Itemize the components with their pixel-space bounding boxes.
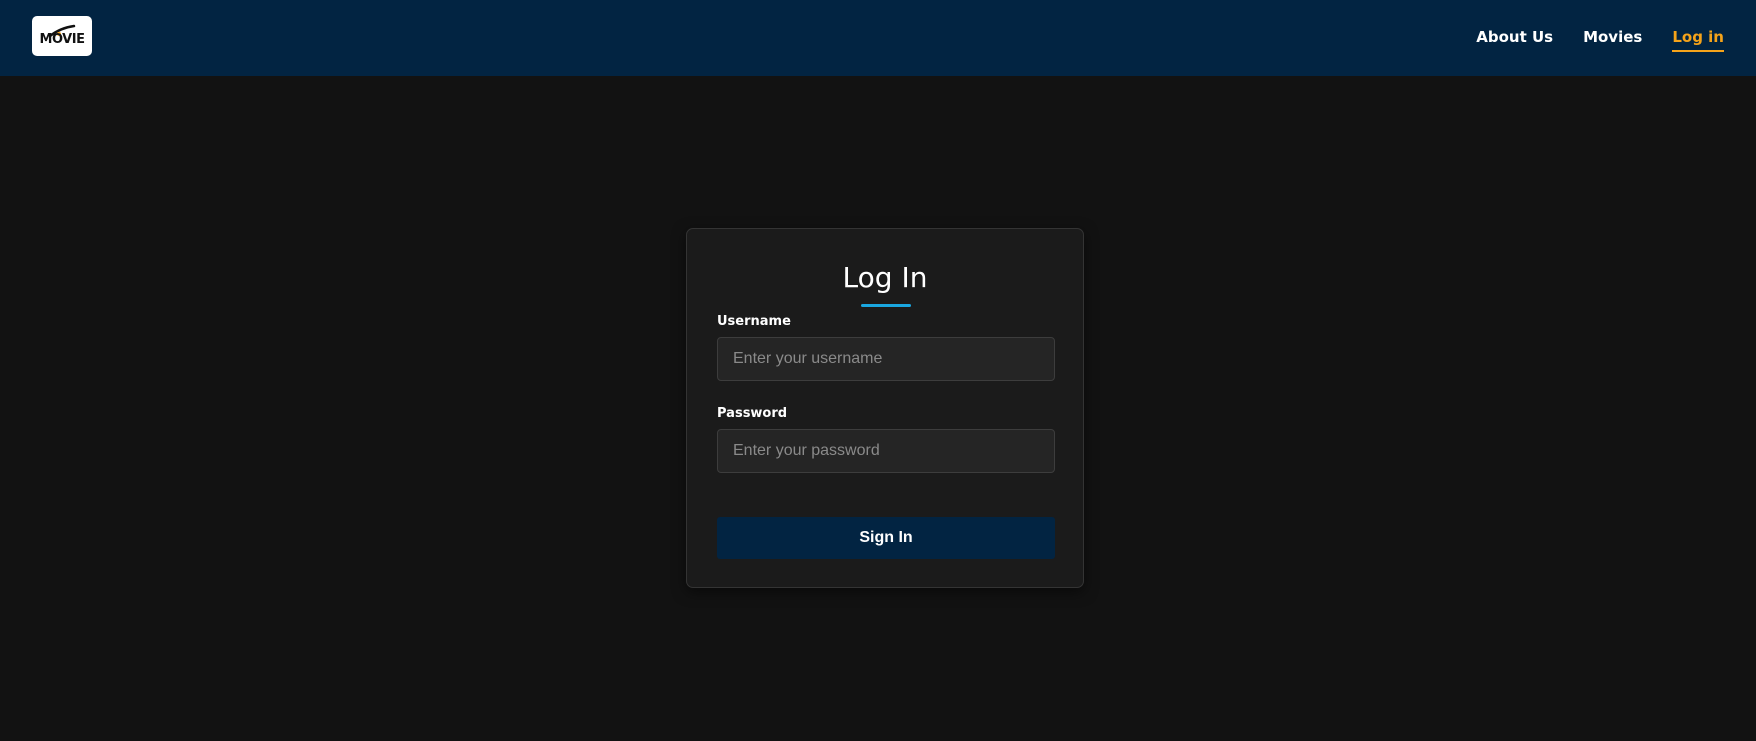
top-navbar: MOVIE About Us Movies Log in [0, 0, 1756, 76]
movie-logo-icon[interactable]: MOVIE [32, 16, 92, 56]
sign-in-button[interactable]: Sign In [717, 517, 1055, 559]
username-label: Username [717, 314, 791, 329]
nav-link-log-in[interactable]: Log in [1672, 28, 1724, 52]
login-card: Log In Username Password Sign In [686, 228, 1084, 588]
title-underline [861, 304, 911, 307]
username-input[interactable] [717, 337, 1055, 381]
main-nav: About Us Movies Log in [1476, 0, 1724, 76]
password-input[interactable] [717, 429, 1055, 473]
logo-text: MOVIE [39, 31, 85, 47]
nav-link-movies[interactable]: Movies [1583, 28, 1642, 52]
password-label: Password [717, 406, 788, 421]
login-title: Log In [842, 261, 928, 294]
nav-link-about-us[interactable]: About Us [1476, 28, 1553, 52]
